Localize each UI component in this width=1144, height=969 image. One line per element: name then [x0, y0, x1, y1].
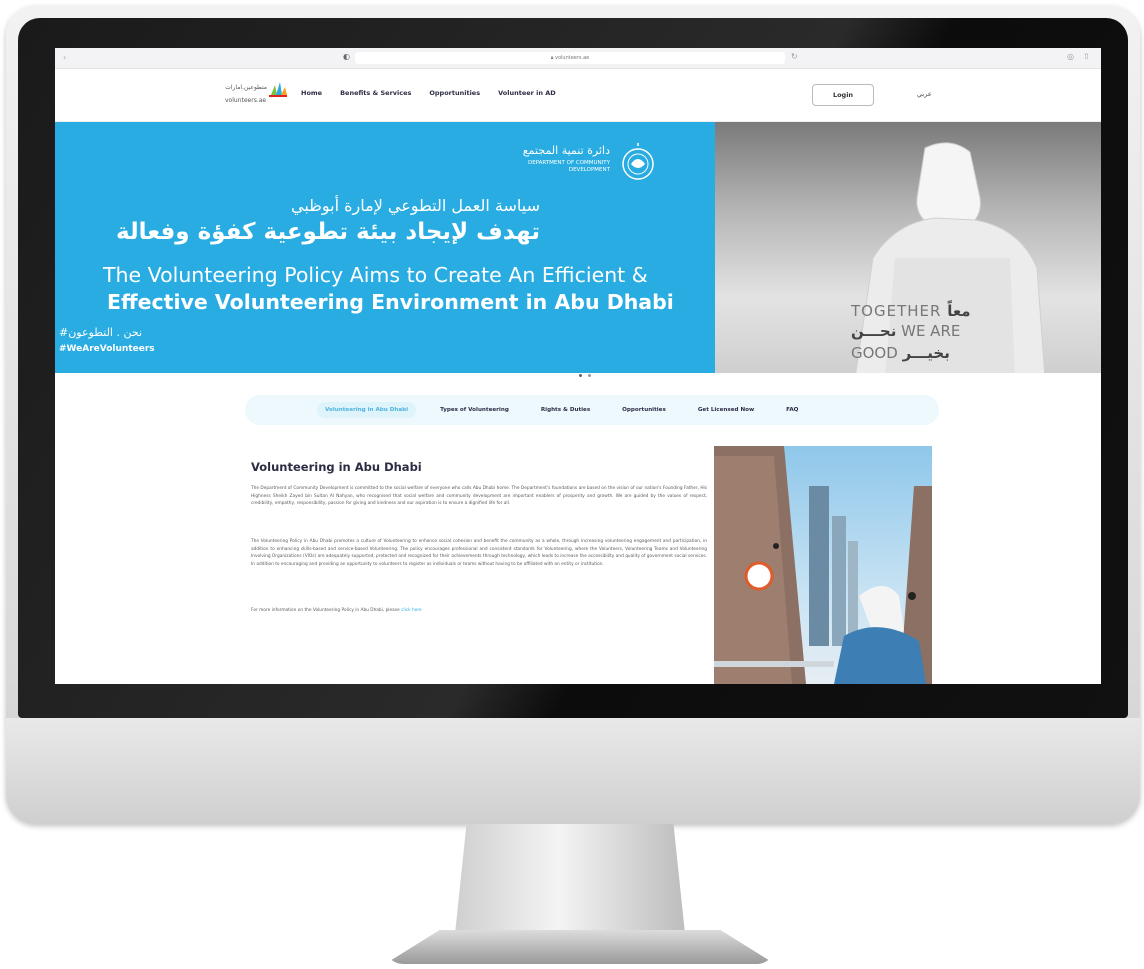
nav-link-opportunities[interactable]: Opportunities [429, 89, 480, 97]
monitor-stand-neck [455, 824, 685, 934]
policy-paragraph: The Volunteering Policy in Abu Dhabi pro… [251, 539, 707, 568]
hero-text-panel: دائرة تنمية المجتمع DEPARTMENT OF COMMUN… [55, 122, 725, 373]
nav-link-benefits[interactable]: Benefits & Services [340, 89, 411, 97]
section-tabs: Volunteering in Abu Dhabi Types of Volun… [245, 395, 939, 425]
sailing-photo-illustration [714, 446, 932, 684]
site-logo[interactable]: متطوعين.امارات volunteers.ae [225, 81, 287, 107]
hero-arabic-line-1: سياسة العمل التطوعي لإمارة أبوظبي [290, 196, 540, 215]
slogan-line-1: TOGETHER معاً [851, 302, 971, 320]
hero-banner[interactable]: دائرة تنمية المجتمع DEPARTMENT OF COMMUN… [55, 122, 1101, 377]
carousel-dot[interactable] [579, 374, 582, 377]
privacy-shield-icon[interactable]: ◐ [343, 52, 350, 61]
address-bar[interactable]: 🔒︎ volunteers.ae [355, 52, 785, 64]
screen: ‹ ◐ 🔒︎ volunteers.ae ↻ ◎ ⇧ متطوعين.امارا… [55, 48, 1101, 684]
account-icon[interactable]: ◎ [1067, 52, 1074, 61]
share-icon[interactable]: ⇧ [1083, 52, 1090, 61]
tab-volunteering-in-abu-dhabi[interactable]: Volunteering in Abu Dhabi [317, 402, 417, 418]
abu-dhabi-seal-icon [622, 143, 654, 180]
tab-faq[interactable]: FAQ [778, 402, 806, 418]
browser-toolbar: ‹ ◐ 🔒︎ volunteers.ae ↻ ◎ ⇧ [55, 48, 1101, 69]
intro-paragraph: The Department of Community Development … [251, 486, 707, 507]
hero-volunteer-photo: TOGETHER معاً نحـــن WE ARE GOOD بخيـــر [715, 122, 1101, 373]
tab-opportunities[interactable]: Opportunities [614, 402, 674, 418]
address-bar-url: volunteers.ae [555, 55, 590, 61]
carousel-dots[interactable] [579, 374, 591, 377]
click-here-link[interactable]: click here [401, 608, 422, 613]
more-info-text: For more information on the Volunteering… [251, 608, 400, 614]
hashtag-english: #WeAreVolunteers [59, 344, 155, 354]
tab-types-of-volunteering[interactable]: Types of Volunteering [432, 402, 517, 418]
login-button[interactable]: Login [812, 84, 874, 106]
hashtag-arabic: #نحن . التطوعون [59, 326, 143, 339]
logo-english-text: volunteers.ae [225, 97, 267, 104]
section-title: Volunteering in Abu Dhabi [251, 460, 422, 474]
department-name-arabic: دائرة تنمية المجتمع [522, 144, 610, 157]
reload-icon[interactable]: ↻ [791, 52, 798, 61]
more-info-paragraph: For more information on the Volunteering… [251, 607, 707, 615]
tab-get-licensed-now[interactable]: Get Licensed Now [690, 402, 762, 418]
carousel-dot[interactable] [588, 374, 591, 377]
language-switch-link[interactable]: عربي [917, 90, 932, 98]
sailing-volunteer-photo [714, 446, 932, 684]
site-navbar: متطوعين.امارات volunteers.ae Home Benefi… [55, 69, 1101, 122]
monitor-chin [6, 718, 1140, 824]
hero-english-line-2: Effective Volunteering Environment in Ab… [107, 290, 674, 314]
department-name-english: DEPARTMENT OF COMMUNITY DEVELOPMENT [527, 160, 610, 173]
back-arrow-icon[interactable]: ‹ [63, 53, 66, 62]
hero-english-line-1: The Volunteering Policy Aims to Create A… [103, 263, 648, 287]
hero-arabic-line-2: تهدف لإيجاد بيئة تطوعية كفؤة وفعالة [116, 219, 540, 245]
slogan-line-3: GOOD بخيـــر [851, 344, 950, 362]
monitor-stand-base [385, 930, 775, 964]
nav-link-volunteer-in-ad[interactable]: Volunteer in AD [498, 89, 556, 97]
nav-link-home[interactable]: Home [301, 89, 322, 97]
logo-mark-icon [269, 82, 287, 97]
tab-rights-duties[interactable]: Rights & Duties [533, 402, 598, 418]
main-nav: Home Benefits & Services Opportunities V… [301, 89, 556, 97]
slogan-line-2: نحـــن WE ARE [851, 322, 961, 340]
logo-arabic-text: متطوعين.امارات [225, 84, 267, 91]
